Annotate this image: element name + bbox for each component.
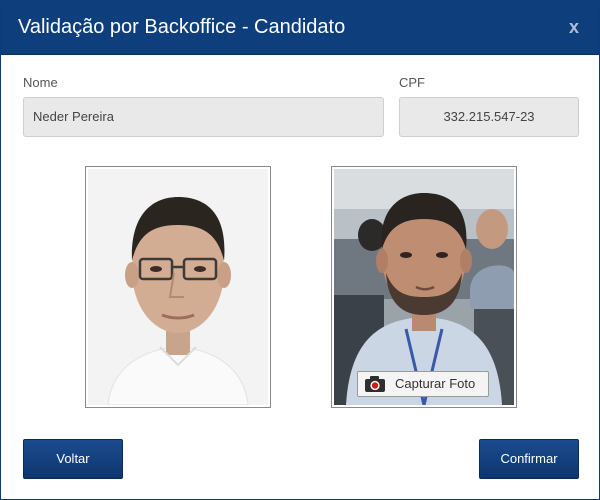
registered-photo-image: [88, 169, 268, 405]
cpf-field[interactable]: 332.215.547-23: [399, 97, 579, 137]
dialog-title: Validação por Backoffice - Candidato: [18, 16, 346, 38]
registered-photo: [85, 166, 271, 408]
camera-icon: [365, 376, 385, 392]
confirm-button[interactable]: Confirmar: [479, 439, 579, 479]
capture-photo-label: Capturar Foto: [395, 376, 476, 391]
camera-feed-image: [334, 169, 514, 405]
validation-dialog: Validação por Backoffice - Candidato x N…: [0, 0, 600, 500]
back-button[interactable]: Voltar: [23, 439, 123, 479]
close-icon[interactable]: x: [563, 15, 585, 39]
nome-field[interactable]: Neder Pereira: [23, 97, 384, 137]
dialog-header: Validação por Backoffice - Candidato x: [1, 1, 599, 55]
cpf-label: CPF: [399, 75, 425, 90]
nome-label: Nome: [23, 75, 58, 90]
camera-capture: Capturar Foto: [331, 166, 517, 408]
capture-photo-button[interactable]: Capturar Foto: [357, 371, 489, 397]
